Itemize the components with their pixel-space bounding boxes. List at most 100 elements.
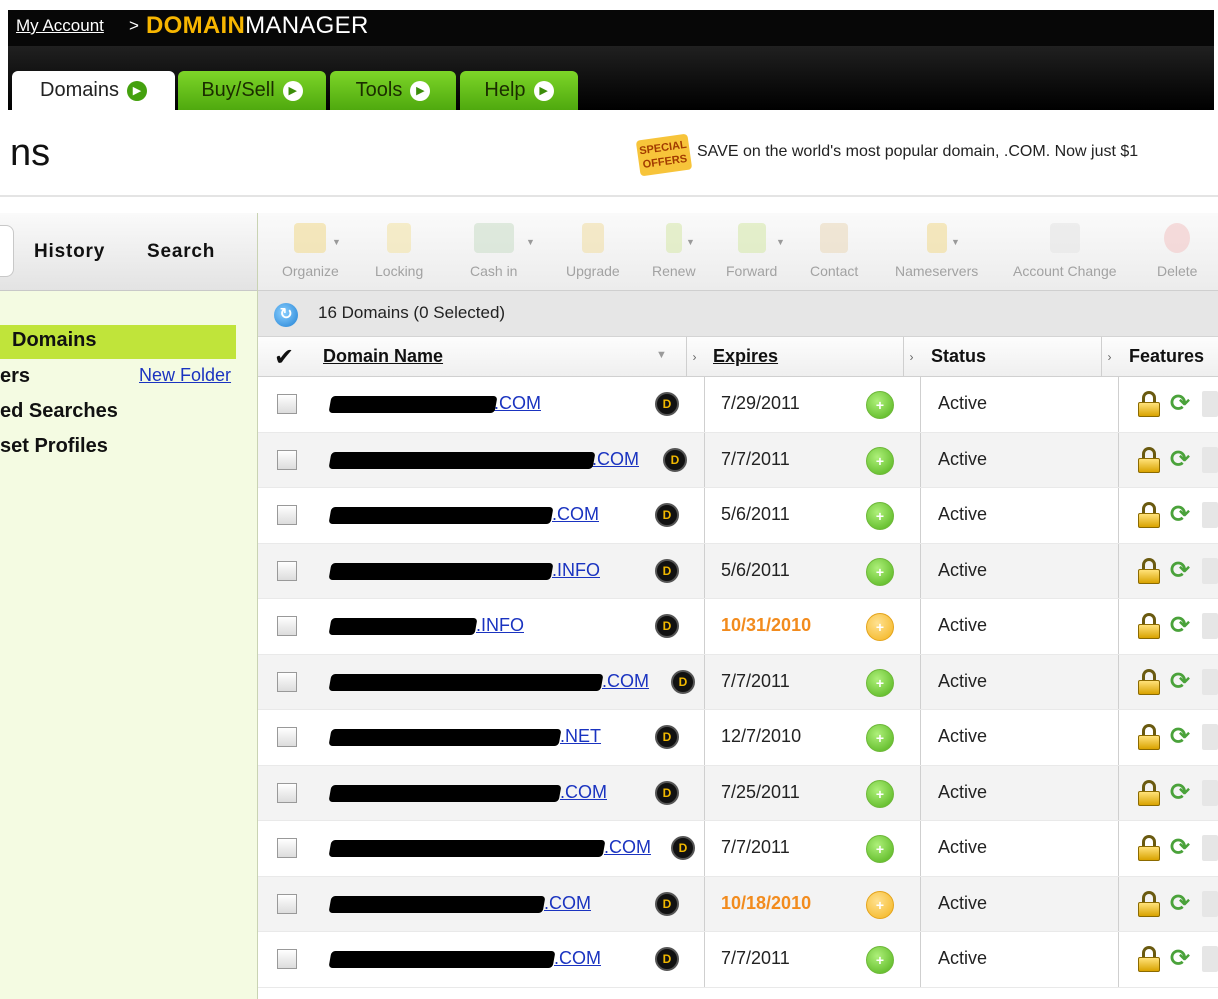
- cash-in-button[interactable]: ▼ Cash in: [470, 223, 535, 279]
- domain-name-link[interactable]: .COM: [544, 893, 591, 914]
- auto-renew-icon[interactable]: ⟳: [1170, 778, 1190, 807]
- renew-button[interactable]: ▼ Renew: [652, 223, 696, 279]
- renew-plus-icon[interactable]: +: [866, 613, 894, 641]
- auto-renew-icon[interactable]: ⟳: [1170, 556, 1190, 585]
- row-checkbox[interactable]: [277, 505, 297, 525]
- tab-history[interactable]: History: [34, 241, 105, 263]
- table-row[interactable]: .INFO D 10/31/2010 + Active ⟳: [258, 599, 1218, 655]
- lock-icon[interactable]: [1138, 668, 1160, 695]
- lock-icon[interactable]: [1138, 946, 1160, 972]
- feature-icon[interactable]: [1202, 502, 1218, 528]
- feature-icon[interactable]: [1202, 946, 1218, 972]
- renew-plus-icon[interactable]: +: [866, 835, 894, 863]
- feature-icon[interactable]: [1202, 779, 1218, 806]
- feature-icon[interactable]: [1202, 724, 1218, 750]
- auto-renew-icon[interactable]: ⟳: [1170, 889, 1190, 918]
- nameservers-button[interactable]: ▼ Nameservers: [895, 223, 978, 279]
- delete-button[interactable]: Delete: [1157, 223, 1197, 279]
- renew-plus-icon[interactable]: +: [866, 391, 894, 419]
- tab-tools[interactable]: Tools ▶: [330, 71, 456, 110]
- feature-icon[interactable]: [1202, 835, 1218, 861]
- domain-name-link[interactable]: .COM: [552, 504, 599, 525]
- renew-plus-icon[interactable]: +: [866, 779, 894, 808]
- domain-status-icon[interactable]: D: [655, 725, 679, 749]
- table-row[interactable]: .COM D 7/7/2011 + Active ⟳: [258, 821, 1218, 877]
- lock-icon[interactable]: [1138, 502, 1160, 528]
- auto-renew-icon[interactable]: ⟳: [1170, 944, 1190, 973]
- table-row[interactable]: .COM D 7/7/2011 + Active ⟳: [258, 654, 1218, 710]
- sidebar-item-asset-profiles[interactable]: set Profiles: [0, 435, 108, 458]
- column-header-status[interactable]: Status: [931, 346, 986, 367]
- row-checkbox[interactable]: [277, 893, 297, 914]
- special-offers-badge[interactable]: SPECIAL OFFERS: [635, 133, 693, 177]
- domain-name-link[interactable]: .COM: [602, 671, 649, 692]
- domain-status-icon[interactable]: D: [671, 836, 695, 860]
- renew-plus-icon[interactable]: +: [866, 890, 894, 919]
- table-row[interactable]: .COM D 7/25/2011 + Active ⟳: [258, 765, 1218, 821]
- row-checkbox[interactable]: [277, 727, 297, 747]
- renew-plus-icon[interactable]: +: [866, 724, 894, 752]
- domain-name-link[interactable]: .INFO: [552, 560, 600, 581]
- renew-plus-icon[interactable]: +: [866, 668, 894, 697]
- feature-icon[interactable]: [1202, 613, 1218, 639]
- column-header-domain-name[interactable]: Domain Name: [323, 346, 443, 367]
- row-checkbox[interactable]: [277, 449, 297, 470]
- domain-status-icon[interactable]: D: [655, 891, 679, 916]
- tab-domains[interactable]: Domains ▶: [12, 71, 175, 110]
- renew-plus-icon[interactable]: +: [866, 502, 894, 530]
- renew-plus-icon[interactable]: +: [866, 557, 894, 586]
- table-row[interactable]: .NET D 12/7/2010 + Active ⟳: [258, 710, 1218, 766]
- lock-icon[interactable]: [1138, 557, 1160, 584]
- domain-name-link[interactable]: .COM: [560, 782, 607, 803]
- feature-icon[interactable]: [1202, 890, 1218, 917]
- table-row[interactable]: .COM D 10/18/2010 + Active ⟳: [258, 876, 1218, 932]
- domain-status-icon[interactable]: D: [655, 780, 679, 805]
- column-header-expires[interactable]: Expires: [713, 346, 778, 367]
- locking-button[interactable]: Locking: [375, 223, 423, 279]
- tab-search[interactable]: Search: [147, 241, 215, 263]
- renew-plus-icon[interactable]: +: [866, 946, 894, 974]
- table-row[interactable]: .INFO D 5/6/2011 + Active ⟳: [258, 543, 1218, 599]
- row-checkbox[interactable]: [277, 616, 297, 636]
- organize-button[interactable]: ▼ Organize: [282, 223, 341, 279]
- sidebar-item-folders[interactable]: ers: [0, 365, 30, 388]
- row-checkbox[interactable]: [277, 671, 297, 692]
- feature-icon[interactable]: [1202, 446, 1218, 473]
- domain-status-icon[interactable]: D: [671, 669, 695, 694]
- lock-icon[interactable]: [1138, 779, 1160, 806]
- domain-status-icon[interactable]: D: [663, 447, 687, 472]
- forward-button[interactable]: ▼ Forward: [726, 223, 785, 279]
- domain-name-link[interactable]: .COM: [604, 837, 651, 858]
- account-change-button[interactable]: Account Change: [1013, 223, 1117, 279]
- tab-buy-sell[interactable]: Buy/Sell ▶: [178, 71, 326, 110]
- auto-renew-icon[interactable]: ⟳: [1170, 611, 1190, 640]
- tab-help[interactable]: Help ▶: [460, 71, 578, 110]
- column-resize-handle[interactable]: ›: [686, 337, 702, 377]
- domain-name-link[interactable]: .COM: [554, 948, 601, 969]
- auto-renew-icon[interactable]: ⟳: [1170, 722, 1190, 751]
- feature-icon[interactable]: [1202, 391, 1218, 417]
- row-checkbox[interactable]: [277, 394, 297, 414]
- upgrade-button[interactable]: Upgrade: [566, 223, 620, 279]
- row-checkbox[interactable]: [277, 949, 297, 969]
- auto-renew-icon[interactable]: ⟳: [1170, 389, 1190, 418]
- column-resize-handle[interactable]: ›: [1101, 337, 1117, 377]
- promo-text[interactable]: SAVE on the world's most popular domain,…: [697, 143, 1138, 161]
- lock-icon[interactable]: [1138, 446, 1160, 473]
- feature-icon[interactable]: [1202, 557, 1218, 584]
- table-row[interactable]: .COM D 5/6/2011 + Active ⟳: [258, 488, 1218, 544]
- row-checkbox[interactable]: [277, 560, 297, 581]
- sort-caret-icon[interactable]: ▼: [656, 349, 667, 361]
- my-account-link[interactable]: My Account: [16, 16, 104, 36]
- auto-renew-icon[interactable]: ⟳: [1170, 445, 1190, 474]
- lock-icon[interactable]: [1138, 724, 1160, 750]
- contact-button[interactable]: Contact: [810, 223, 858, 279]
- domain-status-icon[interactable]: D: [655, 503, 679, 527]
- refresh-icon[interactable]: ↻: [274, 303, 298, 327]
- row-checkbox[interactable]: [277, 782, 297, 803]
- select-all-checkmark[interactable]: ✔: [274, 343, 294, 372]
- auto-renew-icon[interactable]: ⟳: [1170, 833, 1190, 862]
- feature-icon[interactable]: [1202, 668, 1218, 695]
- lock-icon[interactable]: [1138, 613, 1160, 639]
- lock-icon[interactable]: [1138, 835, 1160, 861]
